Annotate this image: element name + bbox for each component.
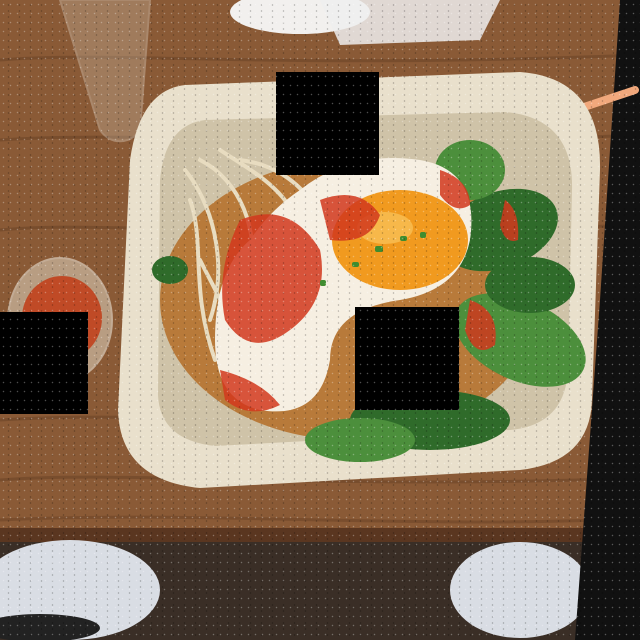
occluding-block-center bbox=[355, 307, 459, 410]
occluding-block-top bbox=[276, 72, 379, 175]
shoe-right bbox=[450, 542, 590, 638]
occluding-block-left bbox=[0, 312, 88, 414]
food-photo bbox=[0, 0, 640, 640]
table-edge bbox=[0, 528, 600, 542]
plastic-bag bbox=[320, 0, 500, 45]
